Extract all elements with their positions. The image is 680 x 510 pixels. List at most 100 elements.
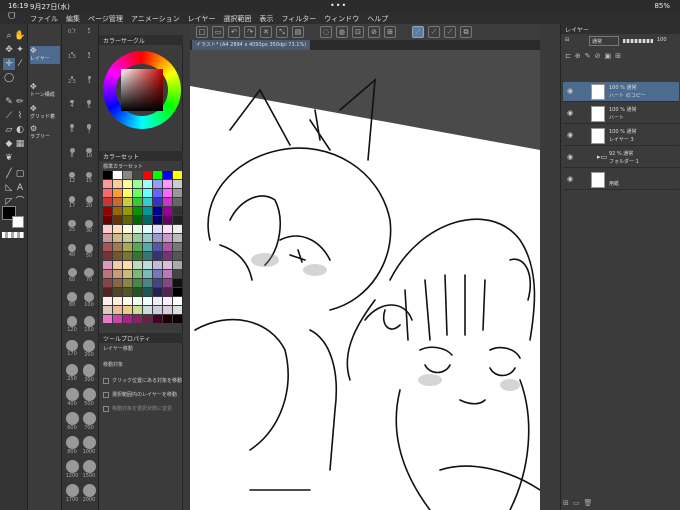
color-swatch[interactable]: [173, 234, 182, 242]
color-swatch[interactable]: [143, 261, 152, 269]
brush-size-3[interactable]: 3: [81, 76, 97, 92]
color-swatch[interactable]: [173, 189, 182, 197]
color-swatch[interactable]: [123, 297, 132, 305]
color-swatch[interactable]: [103, 261, 112, 269]
color-swatch[interactable]: [163, 243, 172, 251]
blend-icon[interactable]: ◐: [14, 124, 26, 136]
airbrush-icon[interactable]: ⌇: [14, 110, 26, 122]
color-swatch[interactable]: [143, 234, 152, 242]
color-swatch[interactable]: [113, 189, 122, 197]
menu-animation[interactable]: アニメーション: [131, 14, 180, 24]
color-swatch[interactable]: [173, 288, 182, 296]
color-swatch[interactable]: [153, 297, 162, 305]
eye-icon[interactable]: ◉: [567, 153, 573, 161]
color-wheel[interactable]: [103, 51, 181, 129]
color-swatch[interactable]: [133, 306, 142, 314]
color-swatch[interactable]: [103, 189, 112, 197]
color-swatch[interactable]: [103, 207, 112, 215]
transparent-color-swatch[interactable]: [2, 232, 24, 238]
color-swatch[interactable]: [123, 216, 132, 224]
color-swatch[interactable]: [163, 297, 172, 305]
canvas-drawing[interactable]: [190, 50, 540, 510]
lasso-icon[interactable]: ◯: [3, 72, 15, 84]
brush-size-1000[interactable]: 1000: [81, 436, 97, 455]
color-swatch[interactable]: [143, 207, 152, 215]
color-swatch[interactable]: [173, 315, 182, 323]
color-swatch[interactable]: [133, 216, 142, 224]
brush-size-2[interactable]: 2: [81, 52, 97, 68]
brush-size-250[interactable]: 250: [64, 364, 80, 382]
app-logo-icon[interactable]: ᗜ: [8, 12, 15, 22]
color-swatch[interactable]: [113, 207, 122, 215]
color-swatch[interactable]: [143, 225, 152, 233]
color-swatch[interactable]: [163, 180, 172, 188]
color-swatch[interactable]: [133, 234, 142, 242]
color-swatch[interactable]: [123, 234, 132, 242]
color-swatch[interactable]: [153, 315, 162, 323]
color-swatch[interactable]: [153, 216, 162, 224]
opacity-slider[interactable]: [623, 39, 653, 43]
draft-icon[interactable]: ✎: [585, 52, 591, 60]
color-swatch[interactable]: [133, 207, 142, 215]
brush-size-5[interactable]: 5: [81, 100, 97, 116]
color-swatch[interactable]: [123, 207, 132, 215]
subtool-grid[interactable]: ✥ グリッド着: [30, 104, 60, 122]
color-swatch[interactable]: [143, 288, 152, 296]
eye-icon[interactable]: ◉: [567, 109, 573, 117]
brush-size-200[interactable]: 200: [81, 340, 97, 358]
color-swatch[interactable]: [173, 225, 182, 233]
brush-size-170[interactable]: 170: [64, 340, 80, 357]
color-swatch[interactable]: [153, 288, 162, 296]
brush-size-50[interactable]: 50: [81, 244, 97, 260]
color-swatch[interactable]: [133, 288, 142, 296]
menu-layer[interactable]: レイヤー: [188, 14, 216, 24]
color-swatch[interactable]: [143, 189, 152, 197]
color-swatch[interactable]: [163, 261, 172, 269]
brush-size-600[interactable]: 600: [64, 412, 80, 431]
color-swatch[interactable]: [163, 315, 172, 323]
color-swatch[interactable]: [163, 288, 172, 296]
color-swatch[interactable]: [123, 288, 132, 296]
color-swatch[interactable]: [133, 243, 142, 251]
color-swatch[interactable]: [133, 270, 142, 278]
multitask-dots-icon[interactable]: •••: [330, 1, 347, 10]
mask-icon[interactable]: ▣: [605, 52, 612, 60]
color-swatch[interactable]: [163, 279, 172, 287]
color-swatch[interactable]: [133, 252, 142, 260]
menu-view[interactable]: 表示: [259, 14, 273, 24]
brush-size-1700[interactable]: 1700: [64, 484, 80, 503]
brush-size-80[interactable]: 80: [64, 292, 80, 308]
color-swatch[interactable]: [173, 171, 182, 179]
canvas-area[interactable]: イラスト* (A4 2894 x 4093px 350dpi 73.1%): [190, 40, 540, 510]
layer-settings-icon[interactable]: ⊟: [565, 37, 569, 43]
brush-size-800[interactable]: 800: [64, 436, 80, 455]
color-swatch[interactable]: [113, 270, 122, 278]
color-swatch[interactable]: [103, 306, 112, 314]
color-swatch[interactable]: [163, 216, 172, 224]
brush-size-30[interactable]: 30: [81, 220, 97, 236]
brush-size-8[interactable]: 8: [64, 148, 80, 164]
color-swatch[interactable]: [163, 189, 172, 197]
color-swatch[interactable]: [113, 234, 122, 242]
gradient-icon[interactable]: ▦: [14, 138, 26, 150]
color-swatch[interactable]: [143, 297, 152, 305]
pencil-icon[interactable]: ✏: [14, 96, 26, 108]
color-swatch[interactable]: [153, 189, 162, 197]
fill-icon[interactable]: ▤: [292, 26, 304, 38]
color-swatch[interactable]: [153, 234, 162, 242]
color-swatch[interactable]: [143, 270, 152, 278]
color-swatch[interactable]: [123, 171, 132, 179]
color-swatch[interactable]: [113, 297, 122, 305]
brush-size-400[interactable]: 400: [64, 388, 80, 407]
eye-icon[interactable]: ◉: [567, 87, 573, 95]
menu-window[interactable]: ウィンドウ: [324, 14, 359, 24]
brush-size-700[interactable]: 700: [81, 412, 97, 431]
canvas-tab[interactable]: イラスト* (A4 2894 x 4093px 350dpi 73.1%): [192, 40, 311, 50]
brush-size-15[interactable]: 15: [81, 172, 97, 188]
hand-icon[interactable]: ✋: [14, 30, 26, 42]
color-swatch[interactable]: [133, 315, 142, 323]
color-swatch[interactable]: [133, 297, 142, 305]
color-swatch[interactable]: [123, 225, 132, 233]
eye-icon[interactable]: ◉: [567, 175, 573, 183]
color-swatch[interactable]: [163, 306, 172, 314]
